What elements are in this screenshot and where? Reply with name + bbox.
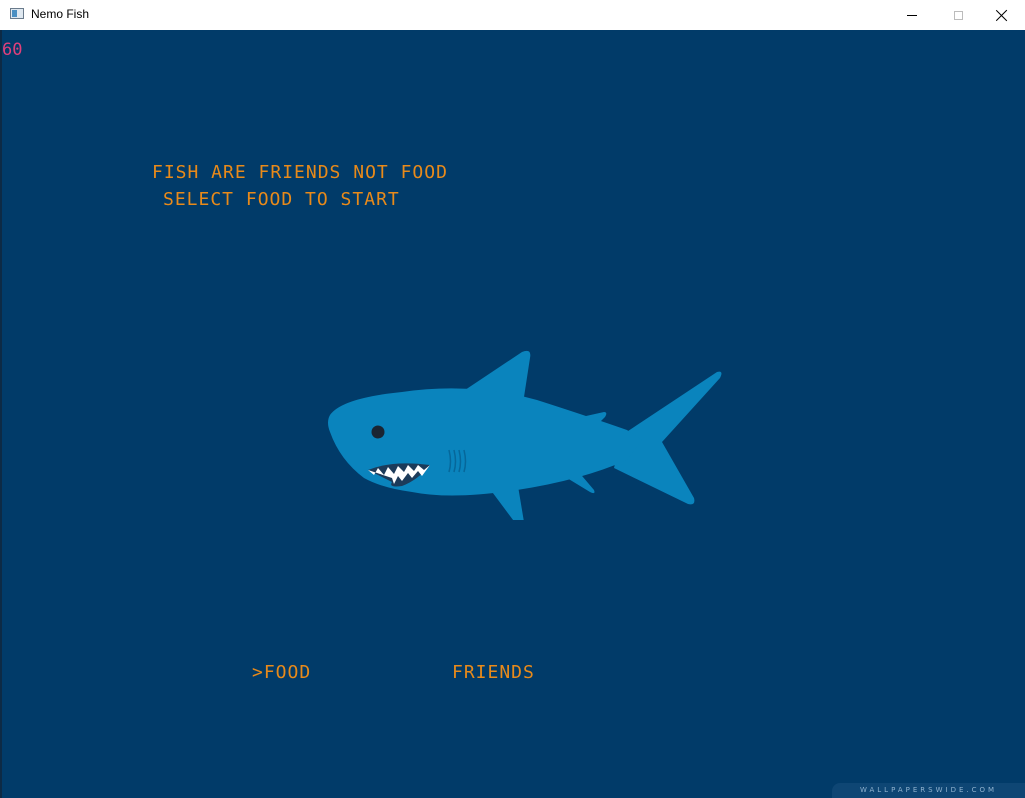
minimize-icon <box>907 14 917 16</box>
title-message: FISH ARE FRIENDS NOT FOOD <box>152 162 448 183</box>
window-title: Nemo Fish <box>31 7 90 21</box>
menu-option-friends[interactable]: FRIENDS <box>452 662 535 683</box>
app-window: Nemo Fish 60 FISH ARE FRIENDS NOT FOOD S… <box>0 0 1025 798</box>
app-window-icon <box>10 8 24 19</box>
maximize-button[interactable] <box>935 0 981 30</box>
shark-image <box>328 350 722 520</box>
minimize-button[interactable] <box>889 0 935 30</box>
wallpaper-watermark: WALLPAPERSWIDE.COM <box>832 783 1025 798</box>
title-bar[interactable]: Nemo Fish <box>0 0 1025 30</box>
menu-option-food[interactable]: >FOOD <box>252 662 311 683</box>
maximize-icon <box>953 10 963 20</box>
shark-body <box>328 388 642 496</box>
game-canvas[interactable]: 60 FISH ARE FRIENDS NOT FOOD SELECT FOOD… <box>2 30 1025 798</box>
instruction-message: SELECT FOOD TO START <box>163 189 400 210</box>
close-button[interactable] <box>979 0 1025 30</box>
close-icon <box>996 9 1008 21</box>
shark-eye <box>371 425 385 439</box>
fps-counter: 60 <box>2 40 23 60</box>
